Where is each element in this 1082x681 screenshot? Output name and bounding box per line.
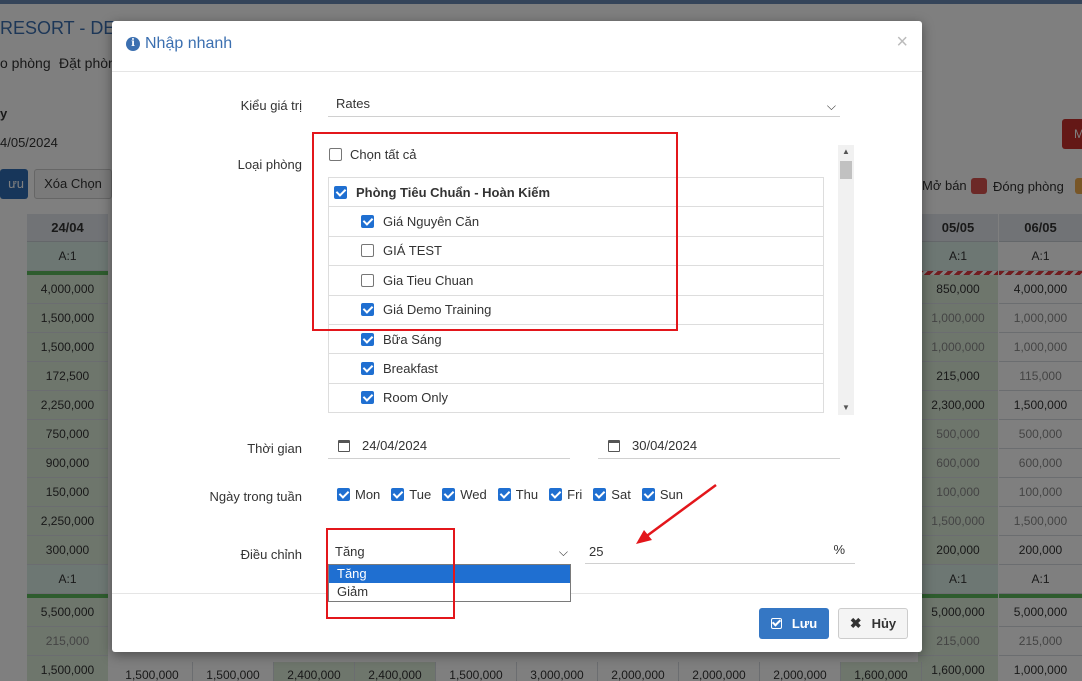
- modal-title: i Nhập nhanh: [126, 35, 232, 53]
- annotation-box-adjust: [326, 528, 455, 619]
- room-list-scrollbar[interactable]: ▲ ▼: [838, 145, 854, 415]
- scroll-up-icon[interactable]: ▲: [838, 145, 854, 159]
- adjust-label: Điều chỉnh: [240, 547, 302, 562]
- cancel-button[interactable]: ✖ Hủy: [838, 608, 908, 639]
- time-label: Thời gian: [247, 441, 302, 456]
- quick-input-modal: i Nhập nhanh × Kiểu giá trị Rates ⌵ Loại…: [112, 21, 922, 652]
- checkbox-icon[interactable]: [442, 488, 456, 501]
- chevron-down-icon: ⌵: [558, 545, 568, 559]
- checkbox-icon[interactable]: [337, 488, 350, 501]
- rate-label: Bữa Sáng: [383, 331, 442, 347]
- weekday-wed[interactable]: Wed: [442, 487, 487, 502]
- save-label: Lưu: [791, 616, 818, 631]
- calendar-icon: [608, 439, 620, 452]
- weekday-label: Wed: [460, 487, 487, 502]
- checkbox-icon[interactable]: [361, 391, 374, 405]
- percent-unit: %: [833, 542, 845, 557]
- rate-label: Breakfast: [383, 361, 438, 377]
- check-square-icon: [770, 618, 782, 629]
- weekday-tue[interactable]: Tue: [391, 487, 431, 502]
- weekday-sat[interactable]: Sat: [593, 487, 631, 502]
- cancel-label: Hủy: [871, 616, 897, 631]
- chevron-down-icon: ⌵: [826, 99, 836, 113]
- annotation-box-rooms: [312, 132, 678, 331]
- weekday-fri[interactable]: Fri: [549, 487, 582, 502]
- checkbox-icon[interactable]: [593, 488, 607, 501]
- date-from-field[interactable]: 24/04/2024: [328, 433, 570, 459]
- scroll-thumb[interactable]: [840, 161, 852, 179]
- checkbox-icon[interactable]: [391, 488, 405, 501]
- value-type-label: Kiểu giá trị: [240, 98, 302, 113]
- weekday-mon[interactable]: Mon: [337, 487, 380, 502]
- value-type-select[interactable]: Rates ⌵: [328, 93, 840, 117]
- weekday-label: Fri: [567, 487, 583, 502]
- date-from-value: 24/04/2024: [362, 438, 428, 453]
- weekday-thu[interactable]: Thu: [497, 487, 539, 502]
- info-icon: i: [126, 37, 140, 51]
- close-icon[interactable]: ×: [896, 31, 908, 54]
- room-type-label: Loại phòng: [237, 157, 302, 172]
- weekday-label: Mon: [355, 487, 381, 502]
- scroll-down-icon[interactable]: ▼: [838, 401, 854, 415]
- close-icon: ✖: [849, 615, 862, 631]
- checkbox-icon[interactable]: [361, 332, 374, 346]
- weekday-label: Tue: [409, 487, 432, 502]
- modal-header: i Nhập nhanh ×: [112, 21, 922, 72]
- checkbox-icon[interactable]: [497, 488, 511, 501]
- checkbox-icon[interactable]: [549, 488, 563, 501]
- checkbox-icon[interactable]: [361, 362, 374, 376]
- weekdays-label: Ngày trong tuần: [209, 489, 302, 504]
- weekday-label: Thu: [515, 487, 539, 502]
- value-type-value: Rates: [336, 96, 370, 111]
- date-to-field[interactable]: 30/04/2024: [598, 433, 840, 459]
- modal-title-text: Nhập nhanh: [145, 35, 233, 52]
- save-button[interactable]: Lưu: [759, 608, 829, 639]
- calendar-icon: [338, 439, 350, 452]
- list-item-rate[interactable]: Room Only: [329, 384, 823, 412]
- list-item-rate[interactable]: Breakfast: [329, 354, 823, 384]
- date-to-value: 30/04/2024: [632, 438, 698, 453]
- rate-label: Room Only: [383, 390, 449, 406]
- annotation-arrow: [636, 483, 717, 544]
- amount-value: 25: [589, 544, 604, 559]
- weekday-label: Sat: [611, 487, 631, 502]
